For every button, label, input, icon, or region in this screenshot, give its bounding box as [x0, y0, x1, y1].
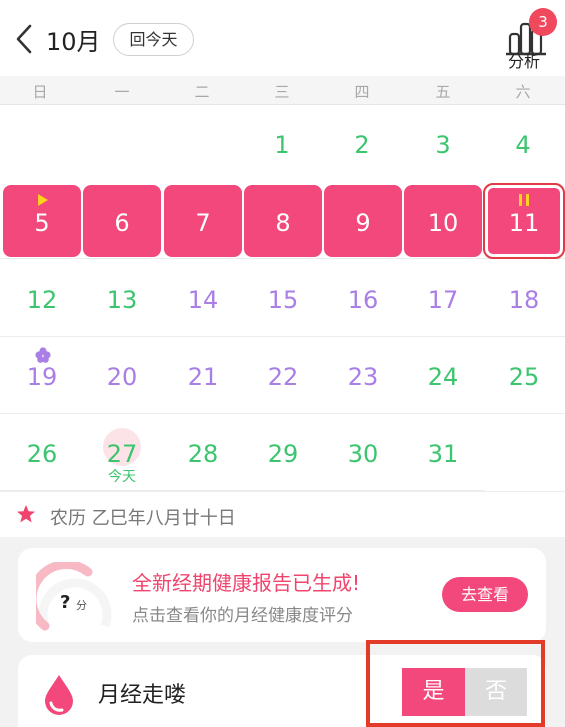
star-icon: [17, 505, 35, 523]
report-title: 全新经期健康报告已生成!: [132, 571, 361, 595]
calendar-day[interactable]: 4: [484, 107, 562, 179]
calendar-day-selected[interactable]: 11: [483, 183, 565, 259]
calendar-day[interactable]: 25: [485, 339, 563, 411]
lunar-date-row: 农历 乙巳年八月廿十日: [0, 491, 565, 537]
pause-icon: [519, 194, 529, 206]
weekday-header: 日 一 二 三 四 五 六: [0, 76, 565, 105]
score-unit: 分: [76, 599, 87, 612]
calendar-day[interactable]: 26: [3, 416, 81, 488]
calendar-day[interactable]: 28: [164, 416, 242, 488]
calendar-day-ovulation[interactable]: 19: [3, 339, 81, 411]
lunar-date-text: 农历 乙巳年八月廿十日: [50, 508, 236, 529]
calendar-day-period[interactable]: 9: [324, 185, 402, 257]
calendar-day[interactable]: 17: [404, 262, 482, 334]
calendar-day[interactable]: 24: [404, 339, 482, 411]
score-gauge: [36, 562, 112, 631]
back-icon[interactable]: [10, 20, 40, 58]
weekday-fri: 五: [435, 83, 451, 101]
weekday-sat: 六: [515, 83, 531, 101]
month-title: 10月: [46, 28, 101, 56]
row-divider: [0, 258, 565, 259]
calendar-day-period[interactable]: 6: [83, 185, 161, 257]
calendar-day-period[interactable]: 5: [3, 185, 81, 257]
row-divider: [0, 336, 565, 337]
no-button[interactable]: 否: [465, 668, 527, 716]
calendar-day[interactable]: 2: [323, 107, 401, 179]
period-ended-label: 月经走喽: [98, 683, 187, 708]
score-value: ?: [60, 592, 71, 613]
calendar-day[interactable]: 3: [404, 107, 482, 179]
weekday-mon: 一: [114, 83, 130, 101]
calendar-day[interactable]: 29: [244, 416, 322, 488]
yes-button[interactable]: 是: [402, 668, 465, 716]
view-report-button[interactable]: 去查看: [442, 577, 528, 612]
notification-badge: 3: [529, 8, 557, 36]
calendar-day-period[interactable]: 8: [244, 185, 322, 257]
calendar-day[interactable]: 12: [3, 262, 81, 334]
period-start-icon: [38, 194, 48, 206]
calendar-day[interactable]: 1: [243, 107, 321, 179]
calendar-day[interactable]: 15: [244, 262, 322, 334]
calendar-day[interactable]: 13: [83, 262, 161, 334]
calendar-day[interactable]: 22: [244, 339, 322, 411]
calendar-day[interactable]: 20: [83, 339, 161, 411]
health-report-card[interactable]: ? 分 全新经期健康报告已生成! 点击查看你的月经健康度评分 去查看: [18, 548, 546, 642]
calendar-day-period[interactable]: 10: [404, 185, 482, 257]
calendar-day[interactable]: 21: [164, 339, 242, 411]
row-divider: [0, 413, 565, 414]
calendar-day[interactable]: 30: [324, 416, 402, 488]
calendar-grid: 1 2 3 4 5 6 7 8 9 10 11 12 13 14 15 16 1…: [0, 105, 565, 491]
weekday-thu: 四: [354, 83, 370, 101]
report-subtitle: 点击查看你的月经健康度评分: [132, 606, 353, 626]
calendar-day-period[interactable]: 7: [164, 185, 242, 257]
calendar-day[interactable]: 14: [164, 262, 242, 334]
weekday-wed: 三: [274, 83, 290, 101]
calendar-day[interactable]: 23: [324, 339, 402, 411]
today-label: 今天: [108, 469, 136, 485]
header-bar: 10月 回今天 3 分析: [0, 0, 565, 76]
calendar-day[interactable]: 31: [404, 416, 482, 488]
ovulation-flower-icon: [35, 347, 51, 363]
analysis-label: 分析: [508, 52, 541, 71]
weekday-tue: 二: [194, 83, 210, 101]
weekday-sun: 日: [32, 83, 48, 101]
back-to-today-button[interactable]: 回今天: [113, 23, 194, 56]
blood-drop-icon: [45, 675, 73, 715]
calendar-day[interactable]: 18: [485, 262, 563, 334]
calendar-day[interactable]: 16: [324, 262, 402, 334]
calendar-day-today[interactable]: 27 今天: [83, 416, 161, 488]
